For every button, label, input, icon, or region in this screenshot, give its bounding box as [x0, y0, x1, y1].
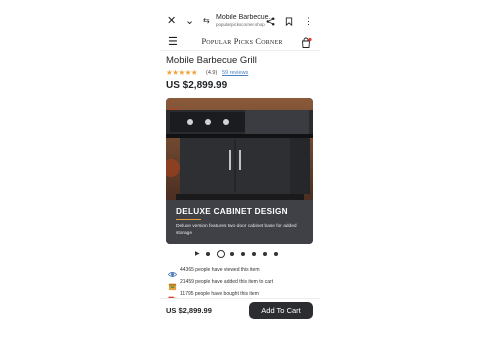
more-vert-icon[interactable]: ⋮: [304, 10, 313, 32]
product-image: [166, 98, 313, 200]
stat-purchases-text: 11795 people have bought this item: [180, 291, 259, 297]
close-icon[interactable]: ✕: [167, 10, 176, 32]
carousel-dot-5[interactable]: [252, 252, 256, 256]
chevron-down-icon[interactable]: ⌄: [185, 10, 194, 32]
eye-icon: [167, 266, 178, 277]
bottom-price: US $2,899.99: [166, 306, 212, 315]
hero-caption: DELUXE CABINET DESIGN Deluxe version fea…: [166, 200, 313, 244]
carousel-dot-3[interactable]: [230, 252, 234, 256]
hero-description: Deluxe version features two-door cabinet…: [176, 224, 297, 236]
hero-title: DELUXE CABINET DESIGN: [176, 207, 288, 216]
carousel-dot-2[interactable]: [217, 250, 225, 258]
add-to-cart-button[interactable]: Add To Cart: [249, 302, 313, 319]
cart-icon[interactable]: [300, 36, 312, 48]
browser-toolbar: ✕ ⌄ ⇆ Mobile Barbecue... popularpickscor…: [160, 10, 320, 32]
share-icon[interactable]: [266, 10, 275, 32]
brand-name: Popular Picks Corner: [201, 37, 283, 46]
sticky-purchase-bar: US $2,899.99 Add To Cart: [160, 298, 320, 323]
bookmark-icon[interactable]: [285, 10, 293, 32]
phone-screen: ✕ ⌄ ⇆ Mobile Barbecue... popularpickscor…: [160, 0, 320, 340]
product-image-carousel[interactable]: DELUXE CABINET DESIGN Deluxe version fea…: [166, 98, 313, 244]
stat-views: 44365 people have viewed this item: [166, 266, 316, 277]
carousel-dot-4[interactable]: [241, 252, 245, 256]
reviews-link[interactable]: 59 reviews: [222, 69, 248, 77]
rating-value: (4.9): [206, 70, 218, 76]
stat-carts-text: 21459 people have added this item to car…: [180, 279, 274, 285]
product-title: Mobile Barbecue Grill: [166, 55, 257, 66]
site-header: ☰ Popular Picks Corner: [160, 34, 320, 51]
carousel-dot-1[interactable]: [206, 252, 210, 256]
carousel-controls: ▶: [166, 250, 313, 258]
brand-logo[interactable]: Popular Picks Corner: [192, 36, 292, 48]
menu-icon[interactable]: ☰: [168, 35, 178, 49]
box-icon: [168, 278, 177, 291]
tune-icon[interactable]: ⇆: [203, 10, 210, 32]
stat-views-text: 44365 people have viewed this item: [180, 267, 260, 273]
carousel-dot-7[interactable]: [274, 252, 278, 256]
hero-accent-line: [176, 219, 201, 220]
stat-carts: 21459 people have added this item to car…: [166, 278, 316, 291]
product-price: US $2,899.99: [166, 80, 228, 91]
carousel-dot-6[interactable]: [263, 252, 267, 256]
star-rating-icon: ★★★★★: [166, 68, 198, 77]
play-icon[interactable]: ▶: [195, 250, 200, 258]
